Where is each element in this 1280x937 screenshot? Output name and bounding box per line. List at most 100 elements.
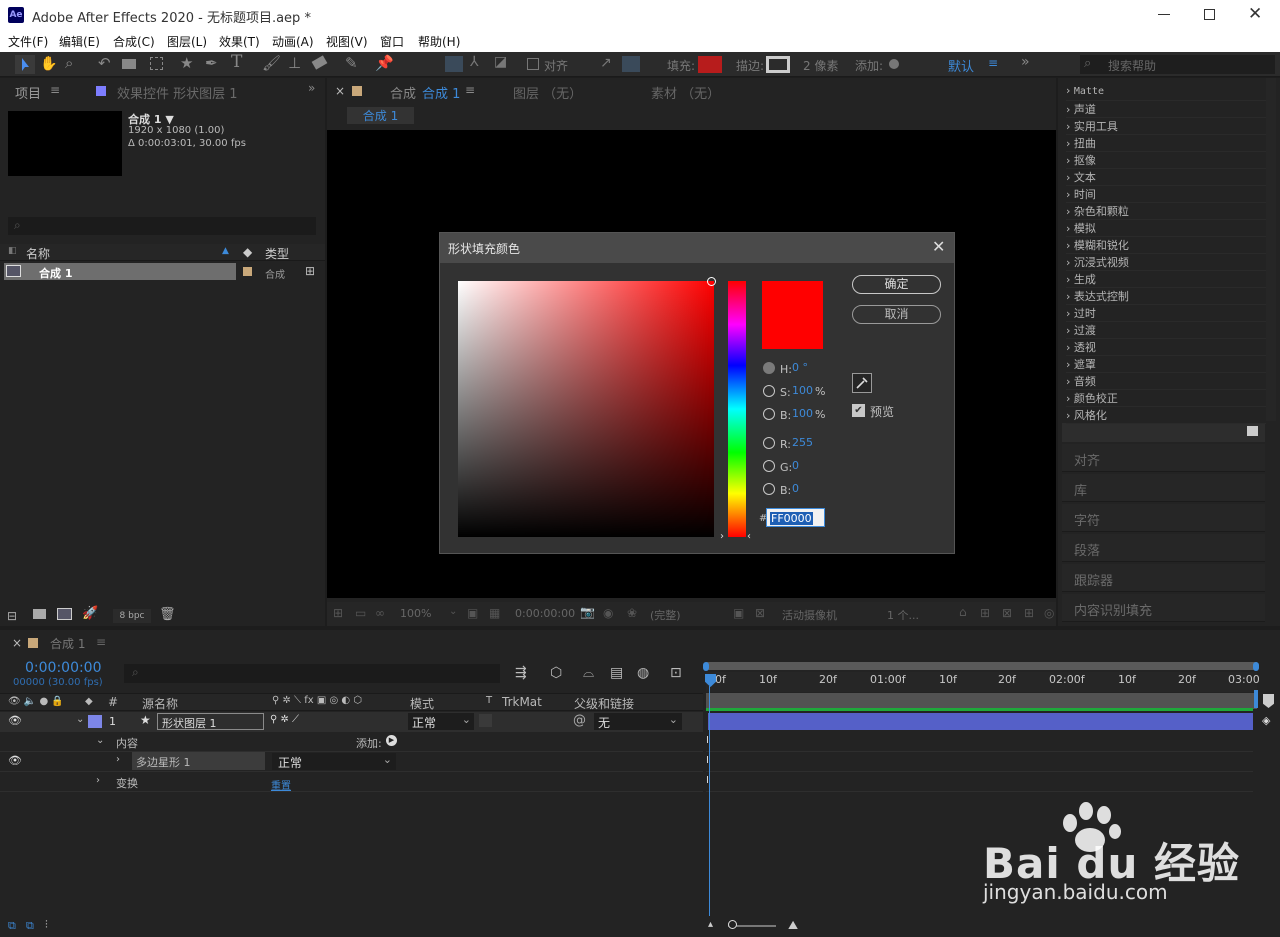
- menu-window[interactable]: 窗口: [380, 33, 404, 50]
- layer-switches[interactable]: ⚲ ✲ ⟋: [270, 714, 299, 725]
- shape-tool-icon[interactable]: ★: [180, 54, 193, 72]
- g-radio[interactable]: [763, 460, 775, 472]
- toggle-pixel-icon[interactable]: ⌂: [959, 605, 967, 619]
- snap-grid-icon[interactable]: [622, 56, 640, 72]
- new-folder-icon[interactable]: [33, 609, 46, 619]
- add-icon[interactable]: [889, 59, 899, 69]
- camera-tool-icon[interactable]: [122, 59, 136, 69]
- trkmat-box[interactable]: [479, 714, 492, 727]
- snapshot-icon[interactable]: 📷: [580, 605, 595, 619]
- column-source-name[interactable]: 源名称: [142, 695, 178, 712]
- show-snapshot-icon[interactable]: ◉: [603, 606, 613, 620]
- world-axis-icon[interactable]: ⅄: [470, 54, 479, 70]
- effect-category[interactable]: › 声道: [1066, 101, 1266, 118]
- effect-category[interactable]: › 抠像: [1066, 152, 1266, 169]
- footage-tab[interactable]: 素材 （无）: [651, 83, 720, 102]
- zoom-out-icon[interactable]: ▴: [708, 919, 713, 930]
- project-item-row[interactable]: 合成 1: [4, 263, 236, 280]
- text-tool-icon[interactable]: T: [231, 52, 242, 72]
- color-field-cursor[interactable]: [707, 277, 716, 286]
- minimize-button[interactable]: [1158, 14, 1170, 15]
- menu-help[interactable]: 帮助(H): [418, 33, 460, 50]
- maximize-button[interactable]: [1204, 9, 1215, 20]
- comp-mini-flowchart-icon[interactable]: ⇶: [515, 665, 527, 681]
- transparency-grid-icon[interactable]: ▦: [489, 606, 500, 620]
- r-radio[interactable]: [763, 437, 775, 449]
- layer-tab[interactable]: 图层 （无）: [513, 83, 582, 102]
- selection-tool-icon[interactable]: [15, 55, 35, 74]
- hex-input[interactable]: FF0000: [766, 508, 825, 527]
- effect-category[interactable]: › 实用工具: [1066, 118, 1266, 135]
- motion-blur-icon[interactable]: ◍: [637, 665, 649, 681]
- hand-tool-icon[interactable]: ✋: [40, 56, 57, 72]
- work-area-bar[interactable]: [706, 693, 1257, 709]
- camera-view[interactable]: 活动摄像机: [782, 607, 837, 623]
- preview-icon[interactable]: ▭: [355, 606, 366, 620]
- effect-category[interactable]: › 过时: [1066, 305, 1266, 322]
- effect-category[interactable]: › 颜色校正: [1066, 390, 1266, 407]
- effects-scrollbar[interactable]: [1266, 78, 1276, 421]
- effect-category-matte[interactable]: › Matte: [1066, 84, 1266, 101]
- h-radio[interactable]: [763, 362, 775, 374]
- effect-category[interactable]: › 风格化: [1066, 407, 1266, 424]
- reset-exposure-icon[interactable]: ⊞: [980, 606, 990, 620]
- puppet-tool-icon[interactable]: 📌: [375, 54, 394, 72]
- transfer-controls-icon[interactable]: ⧉: [26, 919, 34, 933]
- blue-radio[interactable]: [763, 483, 775, 495]
- libraries-panel-tab[interactable]: 库: [1062, 474, 1265, 502]
- project-tab-menu-icon[interactable]: ≡: [50, 83, 60, 97]
- sort-ascending-icon[interactable]: ▲: [222, 246, 229, 256]
- expand-layer-icon[interactable]: ⌄: [76, 714, 84, 725]
- g-value[interactable]: 0: [792, 459, 799, 472]
- navigator-end-handle[interactable]: [1253, 662, 1259, 671]
- layer-mode-dropdown[interactable]: 正常 ⌄: [408, 713, 474, 730]
- draft-3d-icon[interactable]: ⬡: [550, 665, 562, 681]
- effect-category[interactable]: › 生成: [1066, 271, 1266, 288]
- pick-whip-icon[interactable]: @: [573, 713, 586, 728]
- b-radio[interactable]: [763, 408, 775, 420]
- work-area-end-handle[interactable]: [1254, 690, 1258, 708]
- align-checkbox[interactable]: [527, 58, 539, 70]
- menu-effect[interactable]: 效果(T): [219, 33, 260, 50]
- timeline-close-icon[interactable]: ×: [12, 636, 22, 650]
- zoom-in-icon[interactable]: ⛰: [788, 918, 798, 933]
- project-tab[interactable]: 项目: [15, 83, 41, 102]
- preview-checkbox[interactable]: ✔: [852, 404, 865, 417]
- pen-tool-icon[interactable]: ✒: [205, 54, 218, 72]
- add-content-button[interactable]: ▶: [386, 735, 397, 746]
- effect-category[interactable]: › 遮罩: [1066, 356, 1266, 373]
- column-name[interactable]: 名称: [26, 245, 50, 262]
- comp-subtab[interactable]: 合成 1: [347, 107, 414, 124]
- column-type[interactable]: 类型: [265, 245, 289, 262]
- ok-button[interactable]: 确定: [852, 275, 941, 294]
- layer-label-color[interactable]: [88, 715, 102, 728]
- contents-expand-icon[interactable]: ⌄: [96, 735, 104, 746]
- time-navigator[interactable]: [706, 662, 1257, 670]
- visibility-eye-icon[interactable]: 👁: [8, 714, 22, 727]
- exposure-icon[interactable]: ◎: [1044, 606, 1054, 620]
- project-search-field[interactable]: ⌕: [8, 217, 316, 235]
- s-value[interactable]: 100: [792, 384, 813, 397]
- vr-icon[interactable]: ∞: [375, 606, 385, 620]
- interpret-footage-icon[interactable]: ⊟: [7, 609, 17, 623]
- stroke-color-swatch[interactable]: [766, 56, 790, 73]
- roto-brush-tool-icon[interactable]: ✎: [345, 54, 358, 72]
- new-composition-icon[interactable]: [57, 608, 72, 620]
- color-channels-icon[interactable]: ❀: [627, 606, 637, 620]
- frame-blending-icon[interactable]: ▤: [610, 665, 623, 681]
- reset-link[interactable]: 重置: [271, 777, 291, 792]
- layer-switches-toggle-icon[interactable]: ⧉: [8, 919, 16, 933]
- clone-stamp-tool-icon[interactable]: ⊥: [288, 54, 301, 72]
- pan-behind-tool-icon[interactable]: [150, 57, 163, 70]
- item-label-color[interactable]: [243, 267, 252, 276]
- shy-layers-icon[interactable]: ⌓: [583, 665, 594, 681]
- workspace-menu-icon[interactable]: ≡: [988, 56, 998, 70]
- timeline-search-field[interactable]: ⌕: [124, 664, 500, 683]
- local-axis-icon[interactable]: [445, 56, 463, 72]
- roi-icon[interactable]: ▣: [733, 606, 744, 620]
- graph-editor-icon[interactable]: ⊡: [670, 665, 682, 681]
- rotate-tool-icon[interactable]: ↶: [98, 54, 111, 72]
- view-layout[interactable]: 1 个...: [887, 607, 919, 623]
- timeline-timecode[interactable]: 0:00:00:00: [25, 660, 102, 676]
- in-out-toggle-icon[interactable]: ⫶: [45, 918, 48, 932]
